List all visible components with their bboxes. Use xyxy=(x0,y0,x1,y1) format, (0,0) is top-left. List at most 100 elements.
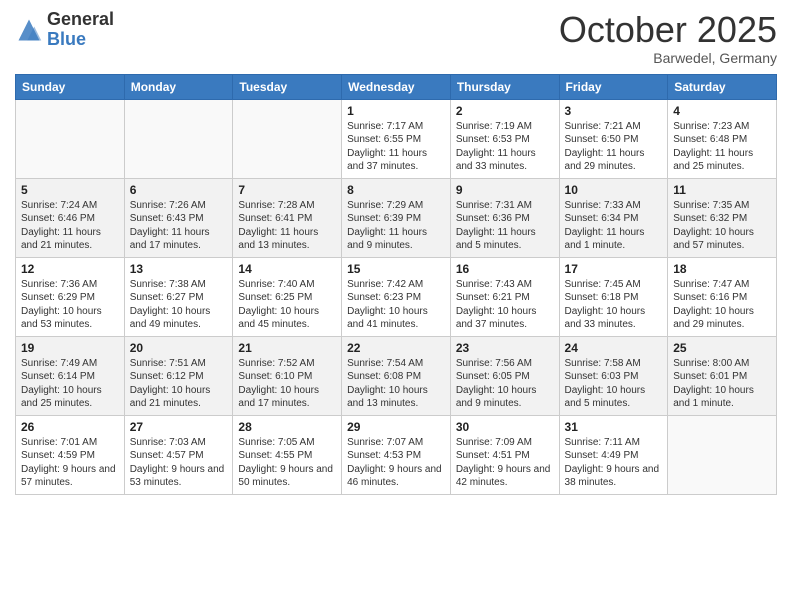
day-info: Sunrise: 7:19 AM Sunset: 6:53 PM Dayligh… xyxy=(456,120,554,174)
logo: General Blue xyxy=(15,10,114,50)
day-number: 11 xyxy=(673,183,771,197)
calendar-cell: 23Sunrise: 7:56 AM Sunset: 6:05 PM Dayli… xyxy=(450,336,559,415)
calendar-cell: 11 Sunrise: 7:35 AM Sunset: 6:32 PM Dayli… xyxy=(668,178,777,257)
calendar-cell: 28 Sunrise: 7:05 AM Sunset: 4:55 PM Dayli… xyxy=(233,415,342,494)
day-number: 7 xyxy=(238,183,336,197)
calendar-header-thursday: Thursday xyxy=(450,74,559,99)
day-number: 8 xyxy=(347,183,445,197)
calendar-week-row-2: 5 Sunrise: 7:24 AM Sunset: 6:46 PM Daylig… xyxy=(16,178,777,257)
calendar-header-monday: Monday xyxy=(124,74,233,99)
calendar-cell: 21 Sunrise: 7:52 AM Sunset: 6:10 PM Dayli… xyxy=(233,336,342,415)
day-info: Sunrise: 7:24 AM Sunset: 6:46 PM Dayligh… xyxy=(21,199,119,253)
day-number: 28 xyxy=(238,420,336,434)
day-number: 16 xyxy=(456,262,554,276)
day-number: 25 xyxy=(673,341,771,355)
day-info: Sunrise: 7:54 AM Sunset: 6:08 PM Dayligh… xyxy=(347,357,445,411)
calendar-cell: 12Sunrise: 7:36 AM Sunset: 6:29 PM Dayli… xyxy=(16,257,125,336)
day-info: Sunrise: 8:00 AM Sunset: 6:01 PM Dayligh… xyxy=(673,357,771,411)
calendar-cell: 31Sunrise: 7:11 AM Sunset: 4:49 PM Dayli… xyxy=(559,415,668,494)
day-info: Sunrise: 7:29 AM Sunset: 6:39 PM Dayligh… xyxy=(347,199,445,253)
calendar-week-row-4: 19 Sunrise: 7:49 AM Sunset: 6:14 PM Dayli… xyxy=(16,336,777,415)
day-info: Sunrise: 7:07 AM Sunset: 4:53 PM Dayligh… xyxy=(347,436,445,490)
day-number: 20 xyxy=(130,341,228,355)
day-info: Sunrise: 7:52 AM Sunset: 6:10 PM Dayligh… xyxy=(238,357,336,411)
day-number: 15 xyxy=(347,262,445,276)
logo-blue-text: Blue xyxy=(47,30,114,50)
day-info: Sunrise: 7:31 AM Sunset: 6:36 PM Dayligh… xyxy=(456,199,554,253)
calendar-cell: 19 Sunrise: 7:49 AM Sunset: 6:14 PM Dayli… xyxy=(16,336,125,415)
calendar-header-sunday: Sunday xyxy=(16,74,125,99)
month-title: October 2025 xyxy=(559,10,777,50)
day-info: Sunrise: 7:17 AM Sunset: 6:55 PM Dayligh… xyxy=(347,120,445,174)
calendar-header-row: SundayMondayTuesdayWednesdayThursdayFrid… xyxy=(16,74,777,99)
calendar-cell: 26 Sunrise: 7:01 AM Sunset: 4:59 PM Dayli… xyxy=(16,415,125,494)
day-number: 13 xyxy=(130,262,228,276)
calendar-cell: 1Sunrise: 7:17 AM Sunset: 6:55 PM Daylig… xyxy=(342,99,451,178)
day-number: 10 xyxy=(565,183,663,197)
calendar-header-saturday: Saturday xyxy=(668,74,777,99)
day-info: Sunrise: 7:45 AM Sunset: 6:18 PM Dayligh… xyxy=(565,278,663,332)
calendar-cell: 13Sunrise: 7:38 AM Sunset: 6:27 PM Dayli… xyxy=(124,257,233,336)
day-number: 9 xyxy=(456,183,554,197)
day-number: 5 xyxy=(21,183,119,197)
calendar-cell: 20 Sunrise: 7:51 AM Sunset: 6:12 PM Dayli… xyxy=(124,336,233,415)
location: Barwedel, Germany xyxy=(559,50,777,66)
day-info: Sunrise: 7:58 AM Sunset: 6:03 PM Dayligh… xyxy=(565,357,663,411)
calendar-cell: 9 Sunrise: 7:31 AM Sunset: 6:36 PM Daylig… xyxy=(450,178,559,257)
day-info: Sunrise: 7:23 AM Sunset: 6:48 PM Dayligh… xyxy=(673,120,771,174)
calendar-header-wednesday: Wednesday xyxy=(342,74,451,99)
day-number: 2 xyxy=(456,104,554,118)
logo-text: General Blue xyxy=(47,10,114,50)
calendar-cell: 22Sunrise: 7:54 AM Sunset: 6:08 PM Dayli… xyxy=(342,336,451,415)
day-number: 4 xyxy=(673,104,771,118)
day-info: Sunrise: 7:26 AM Sunset: 6:43 PM Dayligh… xyxy=(130,199,228,253)
day-number: 31 xyxy=(565,420,663,434)
calendar-header-tuesday: Tuesday xyxy=(233,74,342,99)
day-info: Sunrise: 7:56 AM Sunset: 6:05 PM Dayligh… xyxy=(456,357,554,411)
day-number: 30 xyxy=(456,420,554,434)
day-info: Sunrise: 7:33 AM Sunset: 6:34 PM Dayligh… xyxy=(565,199,663,253)
calendar-cell: 4 Sunrise: 7:23 AM Sunset: 6:48 PM Daylig… xyxy=(668,99,777,178)
day-number: 18 xyxy=(673,262,771,276)
day-info: Sunrise: 7:09 AM Sunset: 4:51 PM Dayligh… xyxy=(456,436,554,490)
calendar-cell: 3Sunrise: 7:21 AM Sunset: 6:50 PM Daylig… xyxy=(559,99,668,178)
title-block: October 2025 Barwedel, Germany xyxy=(559,10,777,66)
day-number: 19 xyxy=(21,341,119,355)
calendar-cell: 27 Sunrise: 7:03 AM Sunset: 4:57 PM Dayli… xyxy=(124,415,233,494)
calendar-cell xyxy=(16,99,125,178)
calendar-cell: 16Sunrise: 7:43 AM Sunset: 6:21 PM Dayli… xyxy=(450,257,559,336)
calendar-cell: 8 Sunrise: 7:29 AM Sunset: 6:39 PM Daylig… xyxy=(342,178,451,257)
calendar-cell: 7Sunrise: 7:28 AM Sunset: 6:41 PM Daylig… xyxy=(233,178,342,257)
calendar-cell: 25 Sunrise: 8:00 AM Sunset: 6:01 PM Dayli… xyxy=(668,336,777,415)
day-number: 27 xyxy=(130,420,228,434)
calendar-cell: 5 Sunrise: 7:24 AM Sunset: 6:46 PM Daylig… xyxy=(16,178,125,257)
calendar-week-row-1: 1Sunrise: 7:17 AM Sunset: 6:55 PM Daylig… xyxy=(16,99,777,178)
calendar-cell: 29 Sunrise: 7:07 AM Sunset: 4:53 PM Dayli… xyxy=(342,415,451,494)
day-info: Sunrise: 7:01 AM Sunset: 4:59 PM Dayligh… xyxy=(21,436,119,490)
logo-general-text: General xyxy=(47,10,114,30)
day-info: Sunrise: 7:51 AM Sunset: 6:12 PM Dayligh… xyxy=(130,357,228,411)
calendar-header-friday: Friday xyxy=(559,74,668,99)
day-info: Sunrise: 7:40 AM Sunset: 6:25 PM Dayligh… xyxy=(238,278,336,332)
calendar-cell: 30 Sunrise: 7:09 AM Sunset: 4:51 PM Dayli… xyxy=(450,415,559,494)
day-info: Sunrise: 7:05 AM Sunset: 4:55 PM Dayligh… xyxy=(238,436,336,490)
calendar-week-row-3: 12Sunrise: 7:36 AM Sunset: 6:29 PM Dayli… xyxy=(16,257,777,336)
day-number: 21 xyxy=(238,341,336,355)
day-number: 14 xyxy=(238,262,336,276)
day-number: 17 xyxy=(565,262,663,276)
calendar-week-row-5: 26 Sunrise: 7:01 AM Sunset: 4:59 PM Dayli… xyxy=(16,415,777,494)
day-info: Sunrise: 7:36 AM Sunset: 6:29 PM Dayligh… xyxy=(21,278,119,332)
day-number: 26 xyxy=(21,420,119,434)
calendar: SundayMondayTuesdayWednesdayThursdayFrid… xyxy=(15,74,777,495)
day-number: 3 xyxy=(565,104,663,118)
day-number: 24 xyxy=(565,341,663,355)
calendar-cell: 2 Sunrise: 7:19 AM Sunset: 6:53 PM Daylig… xyxy=(450,99,559,178)
calendar-cell xyxy=(124,99,233,178)
calendar-cell: 6Sunrise: 7:26 AM Sunset: 6:43 PM Daylig… xyxy=(124,178,233,257)
day-info: Sunrise: 7:03 AM Sunset: 4:57 PM Dayligh… xyxy=(130,436,228,490)
day-info: Sunrise: 7:49 AM Sunset: 6:14 PM Dayligh… xyxy=(21,357,119,411)
calendar-cell: 15Sunrise: 7:42 AM Sunset: 6:23 PM Dayli… xyxy=(342,257,451,336)
day-number: 29 xyxy=(347,420,445,434)
calendar-cell xyxy=(668,415,777,494)
day-info: Sunrise: 7:35 AM Sunset: 6:32 PM Dayligh… xyxy=(673,199,771,253)
